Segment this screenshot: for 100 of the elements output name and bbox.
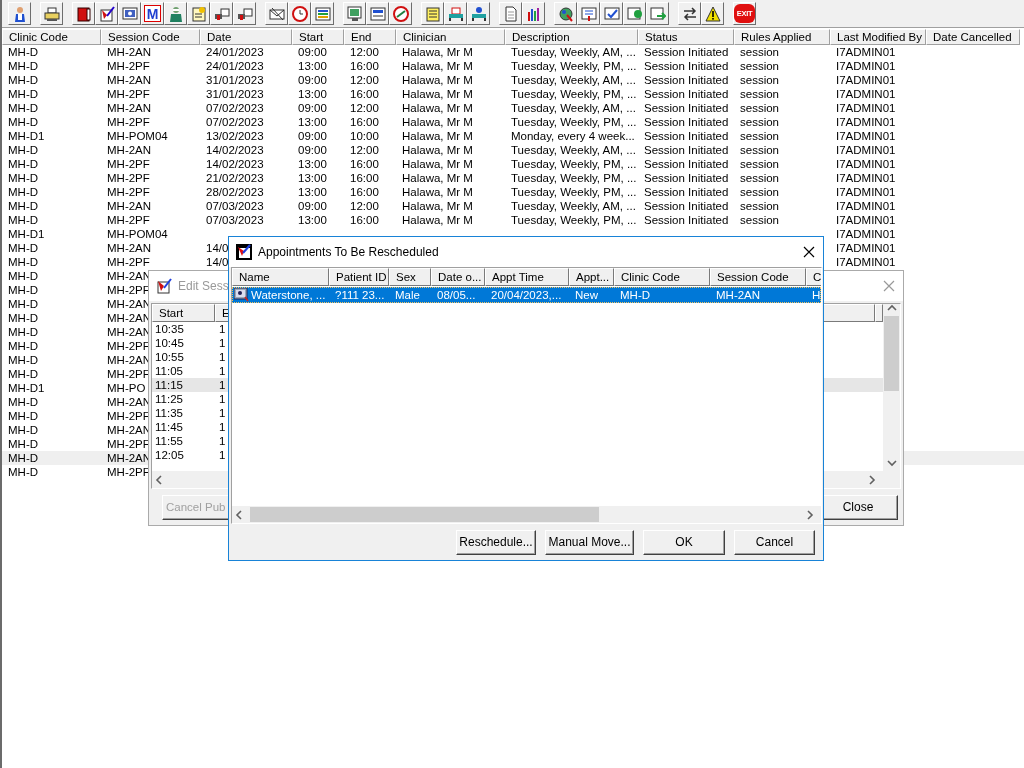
table-cell: Tuesday, Weekly, PM, ...: [511, 60, 637, 72]
column-header[interactable]: Session Code: [101, 29, 200, 45]
time-cell: 10:55: [155, 351, 184, 363]
toolbar-button[interactable]: [366, 2, 389, 25]
toolbar-button[interactable]: [554, 2, 577, 25]
toolbar-button[interactable]: [265, 2, 288, 25]
notepad-pen-icon: [156, 278, 172, 294]
toolbar-button[interactable]: [678, 2, 701, 25]
column-header[interactable]: Date Cancelled: [926, 29, 1020, 45]
column-header[interactable]: Rules Applied: [734, 29, 830, 45]
form-check-icon: [603, 5, 620, 22]
table-cell: MH-D: [8, 284, 39, 296]
column-header[interactable]: Status: [638, 29, 734, 45]
list-cell: Waterstone, ...: [251, 289, 326, 301]
column-header[interactable]: Description: [505, 29, 638, 45]
column-header[interactable]: Name: [232, 268, 329, 286]
column-header[interactable]: [875, 304, 883, 322]
column-header[interactable]: Start: [292, 29, 344, 45]
dialog-button[interactable]: Reschedule...: [456, 529, 536, 555]
vertical-scrollbar[interactable]: [883, 304, 900, 471]
list-cell: MH-D: [620, 289, 651, 301]
table-cell: MH-D: [8, 312, 39, 324]
table-cell: Halawa, Mr M: [402, 214, 473, 226]
toolbar-button[interactable]: [95, 2, 118, 25]
toolbar-button[interactable]: [72, 2, 95, 25]
column-header[interactable]: Patient ID: [329, 268, 389, 286]
toolbar-button[interactable]: [343, 2, 366, 25]
gauge-icon: [392, 5, 409, 22]
table-cell: MH-2PF: [107, 158, 150, 170]
dialog-button[interactable]: OK: [643, 529, 725, 555]
time-cell: 1: [219, 435, 226, 447]
toolbar-button[interactable]: [600, 2, 623, 25]
table-cell: 16:00: [350, 60, 379, 72]
table-cell: 14/0: [206, 242, 229, 254]
column-header[interactable]: Last Modified By: [830, 29, 926, 45]
toolbar-button[interactable]: [522, 2, 545, 25]
envelope-icon: [268, 5, 285, 22]
table-cell: MH-D: [8, 424, 39, 436]
table-cell: MH-2PF: [107, 410, 150, 422]
time-cell: 1: [219, 393, 226, 405]
dialog-button[interactable]: Manual Move...: [545, 529, 634, 555]
table-cell: session: [740, 74, 779, 86]
column-header[interactable]: Clinic Code: [614, 268, 710, 286]
table-cell: MH-2PF: [107, 60, 150, 72]
time-cell: 1: [219, 337, 226, 349]
table-cell: Tuesday, Weekly, PM, ...: [511, 116, 637, 128]
column-header[interactable]: Clinic Code: [2, 29, 101, 45]
column-header[interactable]: Start: [152, 304, 215, 322]
dialog-button[interactable]: Cancel: [734, 529, 815, 555]
toolbar-button[interactable]: [8, 2, 31, 25]
column-header[interactable]: Date o...: [431, 268, 485, 286]
table-cell: MH-2AN: [107, 200, 152, 212]
table-cell: 13/02/2023: [206, 130, 264, 142]
toolbar-button[interactable]: [444, 2, 467, 25]
column-header[interactable]: Appt Time: [485, 268, 569, 286]
table-cell: MH-D1: [8, 382, 45, 394]
toolbar-button[interactable]: [40, 2, 63, 25]
time-cell: 10:45: [155, 337, 184, 349]
table-cell: Tuesday, Weekly, AM, ...: [511, 102, 636, 114]
table-cell: MH-2AN: [107, 242, 152, 254]
table-cell: I7ADMIN01: [836, 102, 896, 114]
column-header[interactable]: Session Code: [710, 268, 806, 286]
table-cell: 12:00: [350, 102, 379, 114]
scrollbar-thumb[interactable]: [250, 507, 599, 522]
table-cell: MH-D: [8, 242, 39, 254]
time-cell: 11:15: [155, 379, 183, 391]
table-cell: session: [740, 172, 779, 184]
toolbar-button[interactable]: [233, 2, 256, 25]
table-cell: 24/01/2023: [206, 46, 264, 58]
toolbar-button[interactable]: [467, 2, 490, 25]
time-cell: 1: [219, 351, 226, 363]
document-icon: [502, 5, 519, 22]
table-cell: MH-D: [8, 368, 39, 380]
column-header[interactable]: Clinician: [396, 29, 505, 45]
table-cell: MH-D1: [8, 228, 45, 240]
table-cell: session: [740, 46, 779, 58]
close-icon[interactable]: [803, 246, 815, 258]
time-cell: 11:35: [155, 407, 183, 419]
column-header[interactable]: End: [344, 29, 396, 45]
table-cell: I7ADMIN01: [836, 172, 896, 184]
table-cell: Session Initiated: [644, 60, 729, 72]
list-row[interactable]: Waterstone, ... ?111 23... Male 08/05... 20/04/2023,... New MH-D MH-2AN H: [232, 287, 821, 303]
table-cell: MH-D: [8, 270, 39, 282]
table-cell: 16:00: [350, 158, 379, 170]
column-header[interactable]: Date: [200, 29, 292, 45]
table-cell: MH-2PF: [107, 466, 150, 478]
list-cell: 08/05...: [437, 289, 476, 301]
table-cell: Halawa, Mr M: [402, 116, 473, 128]
column-header[interactable]: Appt...: [569, 268, 614, 286]
time-cell: 11:25: [155, 393, 183, 405]
toolbar-button[interactable]: [311, 2, 334, 25]
horizontal-scrollbar[interactable]: [232, 506, 821, 523]
scrollbar-thumb[interactable]: [884, 316, 899, 391]
column-header[interactable]: C: [806, 268, 821, 286]
table-cell: Tuesday, Weekly, AM, ...: [511, 46, 636, 58]
toolbar-button[interactable]: [210, 2, 233, 25]
column-header[interactable]: Sex: [389, 268, 431, 286]
screen-icon: [121, 5, 138, 22]
toolbar-button[interactable]: [701, 2, 724, 25]
book-icon: [75, 5, 92, 22]
